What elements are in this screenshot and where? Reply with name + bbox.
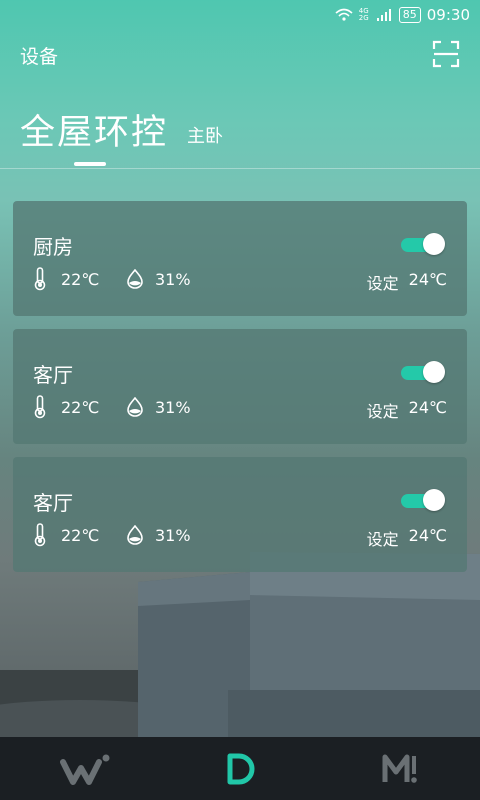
humidity-icon — [127, 269, 143, 289]
set-label: 设定 — [366, 274, 399, 293]
status-icons: 4G 2G 85 09:30 — [335, 6, 470, 24]
scan-icon[interactable] — [432, 40, 460, 68]
status-time: 09:30 — [426, 6, 470, 24]
active-tab-indicator — [74, 162, 106, 166]
power-toggle[interactable] — [401, 233, 445, 255]
header-title: 设备 — [20, 46, 59, 68]
humidity-icon — [127, 397, 143, 417]
room-temperature: 22℃ — [61, 270, 100, 289]
power-toggle[interactable] — [401, 361, 445, 383]
page-title[interactable]: 全屋环控 — [20, 104, 168, 155]
room-humidity: 31% — [155, 398, 191, 417]
thermometer-icon — [34, 395, 46, 419]
room-temperature: 22℃ — [61, 398, 100, 417]
set-value: 24℃ — [408, 270, 447, 289]
w-logo-icon — [60, 754, 110, 785]
humidity-icon — [127, 525, 143, 545]
set-temperature: 设定 24℃ — [367, 270, 447, 294]
room-name: 客厅 — [33, 363, 73, 387]
set-value: 24℃ — [408, 526, 447, 545]
nav-m-logo[interactable] — [370, 749, 430, 789]
set-temperature: 设定 24℃ — [367, 526, 447, 550]
bottom-nav — [0, 737, 480, 800]
room-name: 客厅 — [33, 491, 73, 515]
battery-indicator: 85 — [398, 7, 421, 23]
thermometer-icon — [34, 267, 46, 291]
status-bar: 4G 2G 85 09:30 — [0, 0, 480, 30]
thermometer-icon — [34, 523, 46, 547]
set-value: 24℃ — [408, 398, 447, 417]
tab-master-bedroom[interactable]: 主卧 — [187, 122, 223, 148]
room-card[interactable]: 客厅 22℃ 31% 设定 24℃ — [13, 329, 467, 444]
m-logo-icon — [382, 754, 417, 783]
room-readings: 22℃ 31% 设定 24℃ — [33, 395, 447, 422]
room-card[interactable]: 厨房 22℃ 31% 设定 24℃ — [13, 201, 467, 316]
signal-icon — [376, 9, 391, 21]
room-name: 厨房 — [33, 235, 73, 259]
header-divider — [0, 168, 480, 169]
nav-d-logo[interactable] — [210, 749, 270, 789]
network-label: 4G 2G — [358, 7, 369, 22]
nav-w-logo[interactable] — [55, 749, 115, 789]
room-readings: 22℃ 31% 设定 24℃ — [33, 267, 447, 294]
room-card[interactable]: 客厅 22℃ 31% 设定 24℃ — [13, 457, 467, 572]
set-label: 设定 — [366, 402, 399, 421]
wifi-icon — [335, 8, 353, 21]
room-temperature: 22℃ — [61, 526, 100, 545]
d-logo-icon — [227, 753, 255, 785]
set-label: 设定 — [366, 530, 399, 549]
power-toggle[interactable] — [401, 489, 445, 511]
room-humidity: 31% — [155, 526, 191, 545]
set-temperature: 设定 24℃ — [367, 398, 447, 422]
room-humidity: 31% — [155, 270, 191, 289]
room-readings: 22℃ 31% 设定 24℃ — [33, 523, 447, 550]
